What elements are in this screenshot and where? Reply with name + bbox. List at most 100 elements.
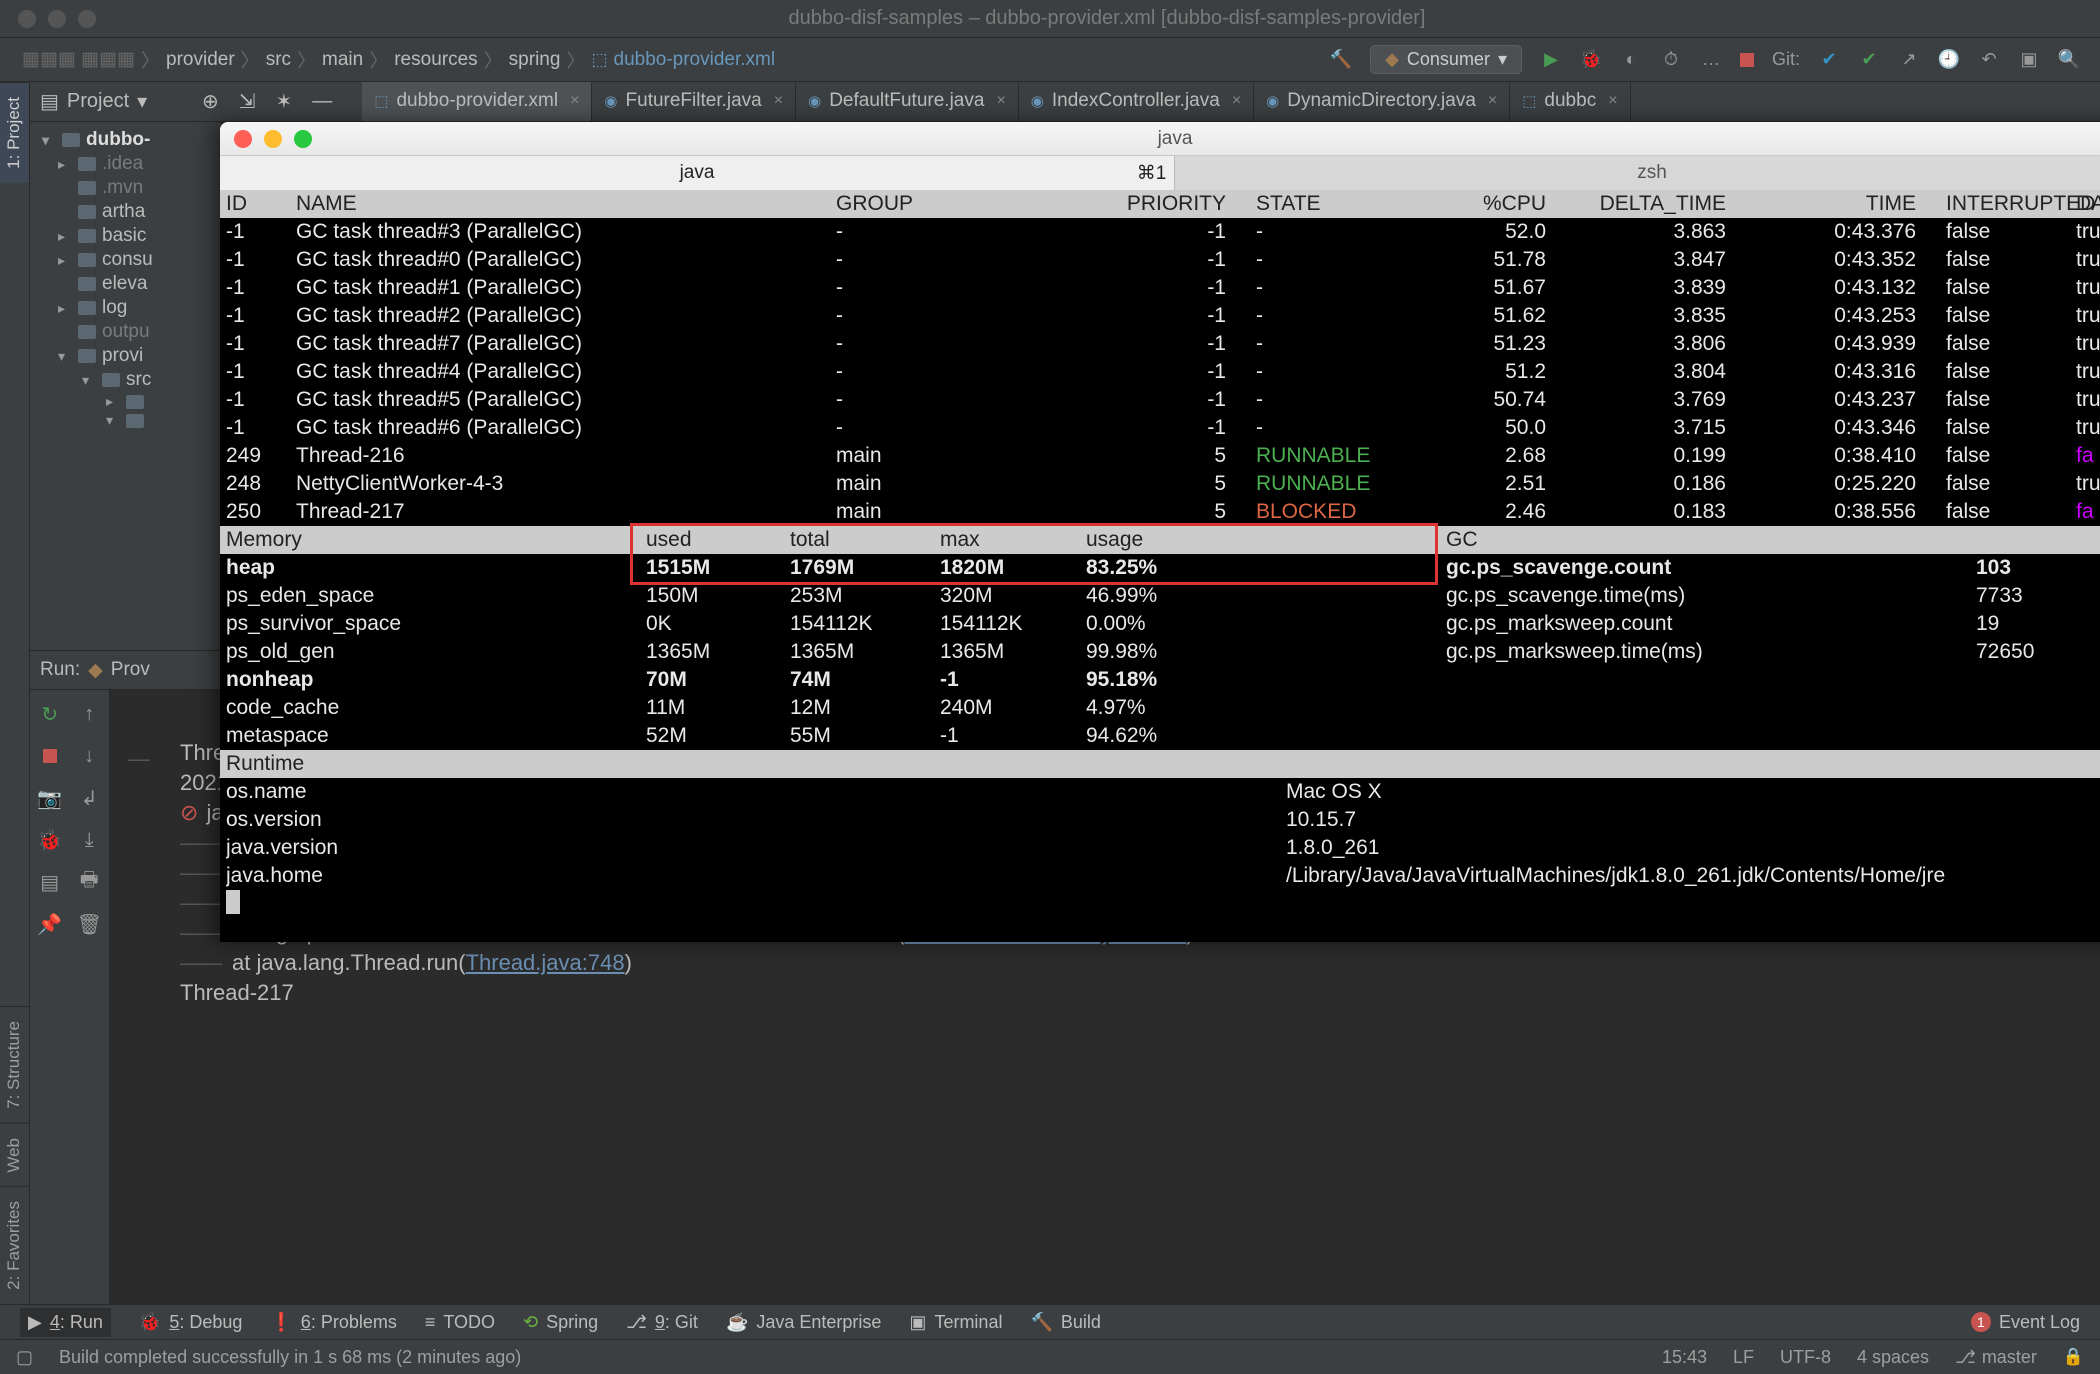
camera-icon[interactable]: 📷: [38, 786, 62, 810]
tool-tab-structure[interactable]: 7: Structure: [0, 1006, 29, 1123]
print-icon[interactable]: 🖶: [77, 870, 101, 894]
mem-header: total: [790, 526, 940, 554]
terminal-output[interactable]: IDNAMEGROUPPRIORITYSTATE%CPUDELTA_TIMETI…: [220, 190, 2100, 942]
vcs-push-icon[interactable]: ↗: [1898, 49, 1920, 71]
history-icon[interactable]: 🕘: [1938, 49, 1960, 71]
folder-icon: [78, 253, 96, 267]
build-icon[interactable]: 🔨: [1330, 49, 1352, 71]
git-branch[interactable]: ⎇master: [1955, 1347, 2037, 1368]
tool-debug[interactable]: 🐞5: Debug: [139, 1312, 242, 1333]
event-log[interactable]: 1 Event Log: [1971, 1312, 2080, 1333]
tree-src[interactable]: src: [126, 369, 151, 391]
tree-item[interactable]: .mvn: [30, 176, 221, 200]
tool-todo[interactable]: ≡TODO: [425, 1312, 495, 1333]
hide-icon[interactable]: —: [312, 90, 332, 113]
chevron-down-icon[interactable]: ▾: [137, 89, 147, 114]
tool-build[interactable]: 🔨Build: [1030, 1312, 1100, 1333]
close-tab-icon[interactable]: ×: [1488, 92, 1497, 110]
crumb-provider[interactable]: provider: [166, 49, 235, 71]
close-tab-icon[interactable]: ×: [996, 92, 1005, 110]
tree-item[interactable]: eleva: [30, 272, 221, 296]
tool-java-enterprise[interactable]: ☕Java Enterprise: [726, 1312, 881, 1333]
editor-tab[interactable]: ⬚dubbo-provider.xml×: [362, 82, 592, 121]
breadcrumb[interactable]: ▦▦▦ ▦▦▦〉 provider〉 src〉 main〉 resources〉…: [22, 46, 775, 73]
status-bar: ▢ Build completed successfully in 1 s 68…: [0, 1340, 2100, 1374]
tool-tab-web[interactable]: Web: [0, 1123, 29, 1187]
tool-problems[interactable]: ❗6: Problems: [270, 1312, 396, 1333]
status-indent[interactable]: 4 spaces: [1857, 1347, 1929, 1368]
ide-update-icon[interactable]: ▣: [2018, 49, 2040, 71]
terminal-tab-zsh[interactable]: zsh: [1175, 156, 2100, 190]
project-view-icon[interactable]: ▤: [40, 89, 59, 114]
stop-icon[interactable]: [1740, 53, 1754, 67]
tree-item[interactable]: outpu: [30, 320, 221, 344]
rerun-icon[interactable]: ↻: [38, 702, 62, 726]
tree-root[interactable]: dubbo-: [86, 129, 150, 151]
run-icon[interactable]: ▶: [1540, 49, 1562, 71]
close-tab-icon[interactable]: ×: [774, 92, 783, 110]
crumb-file[interactable]: dubbo-provider.xml: [614, 49, 776, 71]
minimize-icon[interactable]: [48, 10, 66, 28]
status-encoding[interactable]: UTF-8: [1780, 1347, 1831, 1368]
tool-spring[interactable]: ⟲Spring: [523, 1312, 598, 1333]
terminal-tab-java[interactable]: java ⌘1: [220, 156, 1175, 190]
coverage-icon[interactable]: ◐: [1620, 49, 1642, 71]
select-opened-icon[interactable]: ⊕: [202, 89, 219, 114]
tool-tab-favorites[interactable]: 2: Favorites: [0, 1186, 29, 1304]
tree-item[interactable]: ▸.idea: [30, 152, 221, 176]
down-icon[interactable]: ↓: [77, 744, 101, 768]
editor-tab[interactable]: ◉DefaultFuture.java×: [796, 82, 1019, 121]
stop-icon[interactable]: [43, 749, 57, 763]
column-header: ID: [226, 190, 296, 218]
debug-icon[interactable]: 🐞: [1580, 49, 1602, 71]
run-config-select[interactable]: ◆ Consumer ▾: [1370, 45, 1522, 74]
crumb-resources[interactable]: resources: [394, 49, 477, 71]
tree-item[interactable]: ▾provi: [30, 344, 221, 368]
close-tab-icon[interactable]: ×: [1232, 92, 1241, 110]
tool-terminal[interactable]: ▣Terminal: [909, 1312, 1002, 1333]
lock-icon[interactable]: 🔒: [2063, 1347, 2084, 1367]
rollback-icon[interactable]: ↶: [1978, 49, 2000, 71]
up-icon[interactable]: ↑: [77, 702, 101, 726]
clear-icon[interactable]: 🗑: [77, 912, 101, 936]
editor-tab[interactable]: ◉IndexController.java×: [1019, 82, 1254, 121]
tree-item[interactable]: ▸log: [30, 296, 221, 320]
expand-all-icon[interactable]: ⇲: [239, 89, 256, 114]
thread-row: 249Thread-216main5RUNNABLE2.680.1990:38.…: [220, 442, 2100, 470]
thread-row: -1GC task thread#3 (ParallelGC)--1-52.03…: [220, 218, 2100, 246]
close-tab-icon[interactable]: ×: [570, 92, 579, 110]
editor-tab[interactable]: ⬚dubbc×: [1510, 82, 1630, 121]
folder-icon: [78, 229, 96, 243]
tool-tab-project[interactable]: 1: Project: [0, 82, 29, 183]
crumb-spring[interactable]: spring: [509, 49, 561, 71]
tree-item[interactable]: artha: [30, 200, 221, 224]
tool-windows-icon[interactable]: ▢: [16, 1347, 33, 1368]
crumb-src[interactable]: src: [266, 49, 291, 71]
source-link[interactable]: Thread.java:748: [466, 950, 625, 975]
debug-icon[interactable]: 🐞: [38, 828, 62, 852]
gear-icon[interactable]: ✶: [276, 89, 293, 114]
scroll-end-icon[interactable]: ⤓: [77, 828, 101, 852]
tree-item[interactable]: ▸consu: [30, 248, 221, 272]
layout-icon[interactable]: ▤: [38, 870, 62, 894]
attach-icon[interactable]: …: [1700, 49, 1722, 71]
crumb-main[interactable]: main: [322, 49, 363, 71]
editor-tab[interactable]: ◉FutureFilter.java×: [592, 82, 796, 121]
mem-header: used: [646, 526, 790, 554]
maximize-icon[interactable]: [78, 10, 96, 28]
tool-run[interactable]: ▶4: Run: [20, 1308, 111, 1337]
stack-frame: ——at java.lang.Thread.run(Thread.java:74…: [180, 948, 2090, 978]
soft-wrap-icon[interactable]: ↲: [77, 786, 101, 810]
vcs-update-icon[interactable]: ✔: [1818, 49, 1840, 71]
editor-tab[interactable]: ◉DynamicDirectory.java×: [1254, 82, 1510, 121]
close-icon[interactable]: [18, 10, 36, 28]
exception-icon[interactable]: ⊘: [180, 798, 198, 828]
profile-icon[interactable]: ⏱: [1660, 49, 1682, 71]
close-tab-icon[interactable]: ×: [1608, 92, 1617, 110]
tool-git[interactable]: ⎇9: Git: [626, 1312, 698, 1333]
status-line-sep[interactable]: LF: [1733, 1347, 1754, 1368]
vcs-commit-icon[interactable]: ✔: [1858, 49, 1880, 71]
pin-icon[interactable]: 📌: [38, 912, 62, 936]
search-everywhere-icon[interactable]: 🔍: [2058, 49, 2080, 71]
tree-item[interactable]: ▸basic: [30, 224, 221, 248]
